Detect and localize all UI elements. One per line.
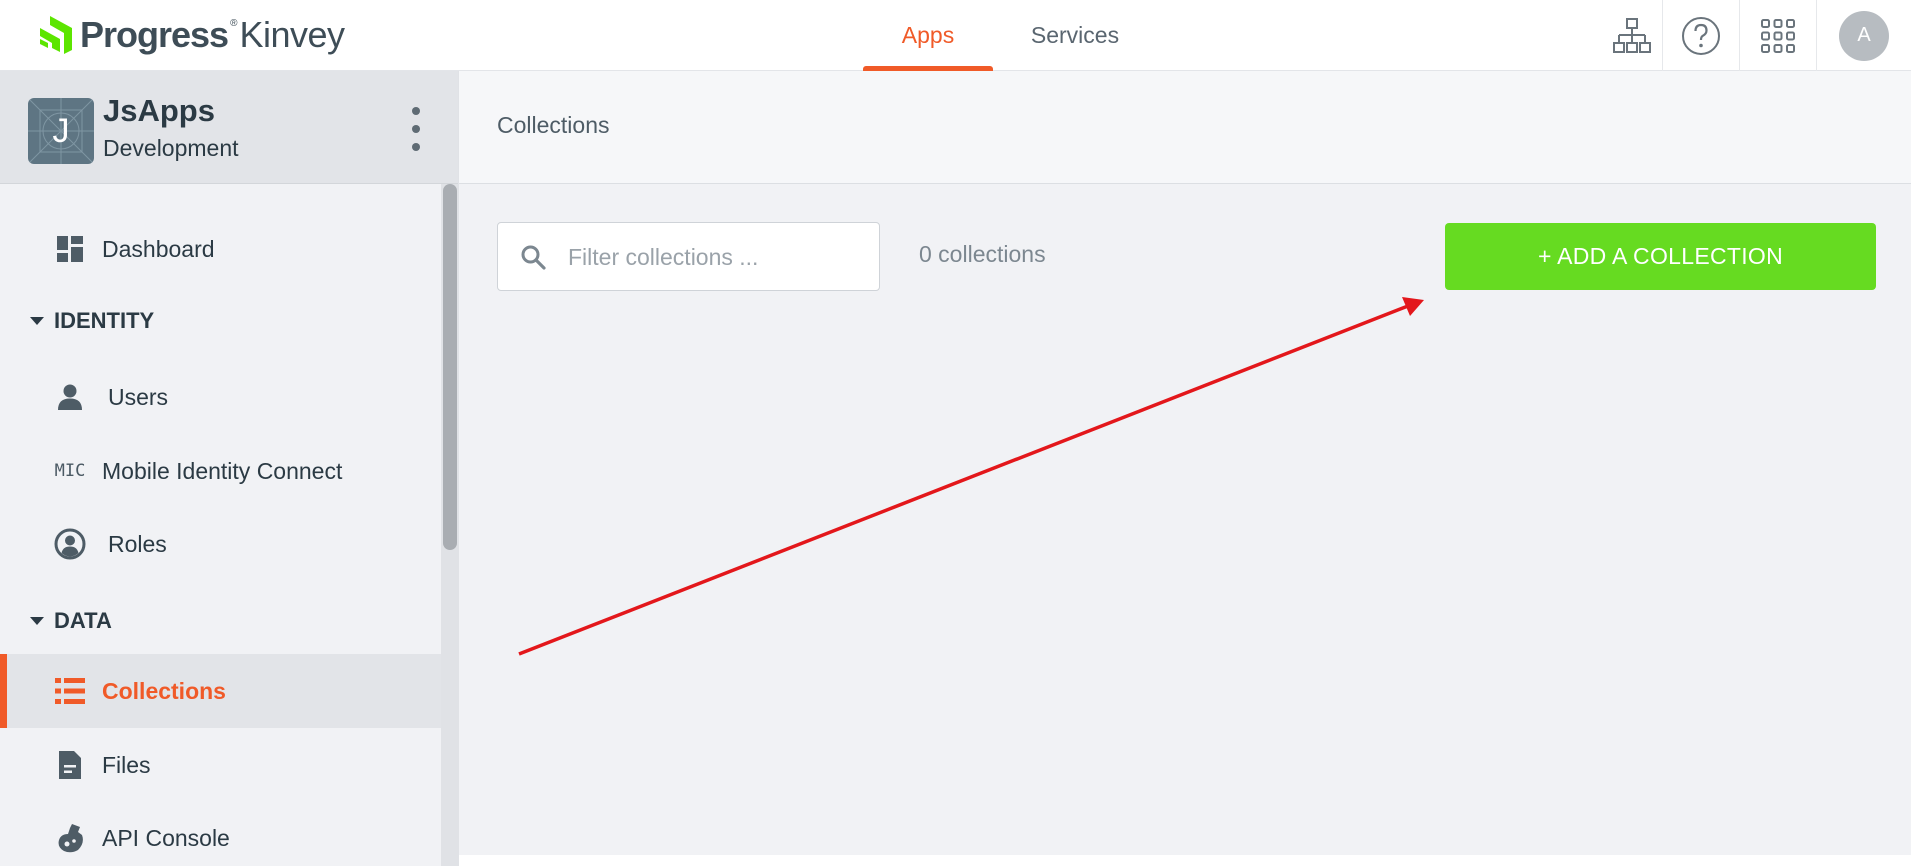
collapse-triangle-icon — [30, 317, 44, 325]
app-icon[interactable]: J — [28, 98, 94, 164]
logo-registered-mark: ® — [230, 17, 238, 29]
sidebar-item-mobile-identity-connect[interactable]: MIC Mobile Identity Connect — [0, 434, 441, 508]
hierarchy-button[interactable] — [1594, 0, 1670, 71]
kebab-dot — [412, 125, 420, 133]
progress-logo-icon — [40, 16, 72, 54]
app-grid-icon — [1760, 18, 1795, 53]
list-icon — [54, 675, 86, 707]
avatar: A — [1839, 10, 1889, 61]
sidebar-item-label: Files — [102, 751, 151, 778]
app-name: JsApps — [103, 93, 215, 128]
sidebar-item-label: Users — [108, 383, 169, 410]
section-label: DATA — [54, 608, 112, 633]
app-environment: Development — [103, 135, 239, 161]
app-header: J JsApps Development — [0, 71, 458, 184]
add-collection-button[interactable]: + ADD A COLLECTION — [1445, 223, 1876, 290]
mic-icon: MIC — [54, 455, 86, 487]
sidebar-item-label: Dashboard — [102, 235, 215, 262]
sidebar-item-label: Mobile Identity Connect — [102, 457, 343, 484]
collapse-triangle-icon — [30, 617, 44, 625]
sidebar-item-users[interactable]: Users — [0, 360, 441, 434]
logo-progress-text: Progress — [80, 14, 229, 55]
sidebar-item-label: Collections — [102, 677, 226, 704]
help-button[interactable] — [1662, 0, 1738, 71]
tab-apps[interactable]: Apps — [863, 0, 993, 71]
sidebar-scrollbar-thumb[interactable] — [443, 184, 457, 550]
tab-services-label: Services — [1030, 22, 1120, 48]
help-icon — [1681, 16, 1720, 55]
file-icon — [54, 749, 86, 781]
dashboard-icon — [54, 233, 86, 265]
app-options-button[interactable] — [400, 101, 432, 157]
collections-count: 0 collections — [919, 241, 1046, 267]
tab-apps-label: Apps — [901, 22, 955, 48]
kebab-dot — [412, 107, 420, 115]
tab-services[interactable]: Services — [1010, 0, 1140, 71]
section-data[interactable]: DATA — [30, 608, 112, 634]
section-identity[interactable]: IDENTITY — [30, 308, 154, 334]
kebab-dot — [412, 143, 420, 151]
top-bar: Progress ® Kinvey Apps Services A — [0, 0, 1911, 71]
filter-collections-input[interactable] — [568, 237, 868, 277]
progress-kinvey-logo[interactable]: Progress ® Kinvey — [38, 10, 345, 60]
page-header: Collections — [459, 71, 1911, 184]
sidebar-item-files[interactable]: Files — [0, 728, 441, 802]
filter-box[interactable] — [497, 222, 880, 291]
sidebar-menu: Dashboard IDENTITY Users MIC Mobile Iden… — [0, 184, 441, 866]
sidebar: J JsApps Development Dashboard IDENTITY — [0, 71, 459, 866]
sidebar-item-roles[interactable]: Roles — [0, 507, 441, 581]
hierarchy-icon — [1613, 17, 1651, 53]
sidebar-item-api-console[interactable]: API Console — [0, 801, 441, 866]
flask-icon — [54, 822, 86, 854]
footer-strip — [459, 855, 1911, 866]
logo-kinvey-text: Kinvey — [239, 14, 345, 55]
sidebar-item-dashboard[interactable]: Dashboard — [0, 212, 441, 286]
section-label: IDENTITY — [54, 308, 155, 333]
sidebar-item-label: API Console — [102, 824, 230, 851]
user-icon — [54, 381, 86, 413]
sidebar-item-collections[interactable]: Collections — [0, 654, 441, 728]
user-menu-button[interactable]: A — [1816, 0, 1911, 71]
roles-icon — [54, 528, 86, 560]
mic-icon-text: MIC — [54, 461, 86, 481]
page-title: Collections — [497, 112, 610, 138]
search-icon — [521, 245, 546, 270]
sidebar-item-label: Roles — [108, 530, 167, 557]
app-initial: J — [52, 111, 70, 150]
app-launcher-button[interactable] — [1739, 0, 1815, 71]
main-content: Collections 0 collections + ADD A COLLEC… — [459, 71, 1911, 866]
